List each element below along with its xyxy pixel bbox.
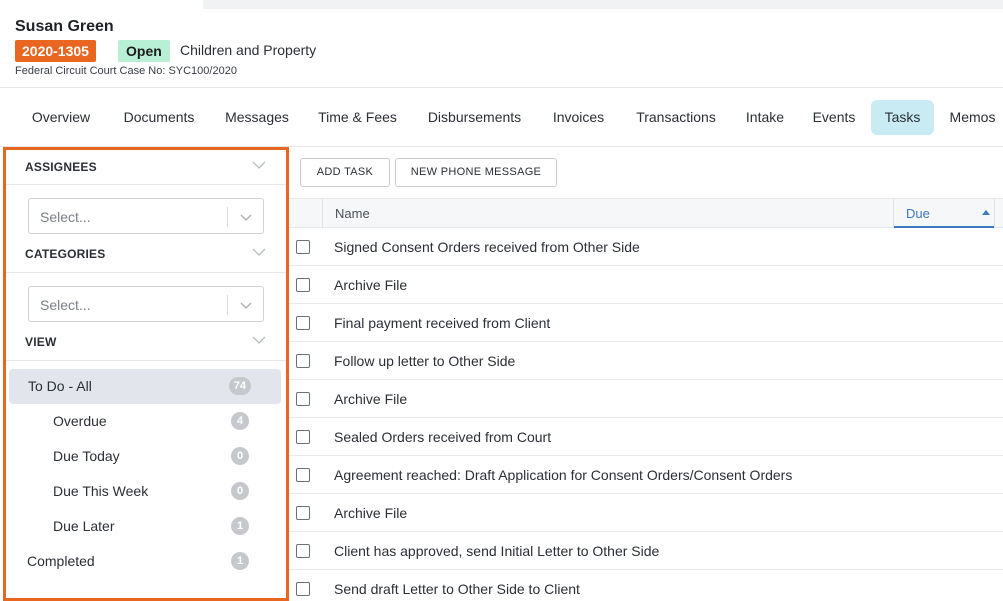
view-item-overdue[interactable]: Overdue 4	[6, 404, 286, 439]
table-row[interactable]: Final payment received from Client	[289, 304, 1003, 342]
view-item-label: Overdue	[53, 413, 107, 429]
sort-ascending-icon	[982, 210, 990, 215]
matter-header: Susan Green 2020-1305 Open Children and …	[0, 0, 1003, 88]
tab-invoices[interactable]: Invoices	[541, 100, 616, 135]
row-checkbox[interactable]	[296, 240, 310, 254]
view-item-label: Due Today	[53, 448, 120, 464]
table-row[interactable]: Archive File	[289, 494, 1003, 532]
view-item-completed[interactable]: Completed 1	[6, 544, 286, 579]
column-header-name[interactable]: Name	[335, 206, 370, 221]
view-item-label: Due Later	[53, 518, 115, 534]
view-item-due-later[interactable]: Due Later 1	[6, 509, 286, 544]
task-name[interactable]: Archive File	[334, 277, 407, 293]
count-badge: 0	[231, 447, 249, 465]
tab-time-fees[interactable]: Time & Fees	[307, 100, 408, 135]
row-checkbox[interactable]	[296, 316, 310, 330]
assignees-select[interactable]: Select...	[28, 198, 264, 234]
grid-header: Name Due	[289, 198, 1003, 228]
table-row[interactable]: Follow up letter to Other Side	[289, 342, 1003, 380]
view-item-due-this-week[interactable]: Due This Week 0	[6, 474, 286, 509]
chevron-down-icon	[252, 336, 266, 344]
view-item-label: Completed	[27, 553, 95, 569]
row-checkbox[interactable]	[296, 354, 310, 368]
case-number-badge: 2020-1305	[15, 40, 96, 62]
tab-messages[interactable]: Messages	[214, 100, 300, 135]
count-badge: 1	[231, 552, 249, 570]
divider	[6, 184, 286, 185]
view-header[interactable]: VIEW	[6, 325, 286, 359]
divider	[6, 360, 286, 361]
tab-events[interactable]: Events	[802, 100, 866, 135]
categories-select-placeholder: Select...	[40, 297, 91, 313]
column-header-due-label: Due	[906, 206, 930, 221]
table-row[interactable]: Signed Consent Orders received from Othe…	[289, 228, 1003, 266]
tab-disbursements[interactable]: Disbursements	[416, 100, 533, 135]
task-filter-panel: ASSIGNEES Select... CATEGORIES Select...…	[3, 147, 289, 601]
tab-tasks[interactable]: Tasks	[871, 100, 934, 135]
task-name[interactable]: Signed Consent Orders received from Othe…	[334, 239, 640, 255]
table-row[interactable]: Agreement reached: Draft Application for…	[289, 456, 1003, 494]
assignees-select-placeholder: Select...	[40, 209, 91, 225]
task-name[interactable]: Client has approved, send Initial Letter…	[334, 543, 659, 559]
count-badge: 74	[228, 377, 251, 395]
task-grid: Name Due Signed Consent Orders received …	[289, 198, 1003, 601]
tab-overview[interactable]: Overview	[17, 100, 105, 135]
categories-title: CATEGORIES	[25, 247, 106, 261]
task-name[interactable]: Archive File	[334, 505, 407, 521]
table-row[interactable]: Archive File	[289, 266, 1003, 304]
assignees-header[interactable]: ASSIGNEES	[6, 150, 286, 184]
chevron-down-icon	[252, 161, 266, 169]
task-name[interactable]: Final payment received from Client	[334, 315, 550, 331]
row-checkbox[interactable]	[296, 392, 310, 406]
view-item-due-today[interactable]: Due Today 0	[6, 439, 286, 474]
task-name[interactable]: Archive File	[334, 391, 407, 407]
row-checkbox[interactable]	[296, 506, 310, 520]
row-checkbox[interactable]	[296, 430, 310, 444]
view-item-label: To Do - All	[28, 378, 92, 394]
chevron-down-icon	[240, 214, 252, 221]
task-name[interactable]: Send draft Letter to Other Side to Clien…	[334, 581, 580, 597]
task-name[interactable]: Agreement reached: Draft Application for…	[334, 467, 792, 483]
view-item-to-do-all[interactable]: To Do - All 74	[9, 369, 281, 404]
count-badge: 1	[231, 517, 249, 535]
select-separator	[227, 207, 228, 227]
view-title: VIEW	[25, 335, 57, 349]
categories-select[interactable]: Select...	[28, 286, 264, 322]
row-checkbox[interactable]	[296, 582, 310, 596]
task-name[interactable]: Sealed Orders received from Court	[334, 429, 551, 445]
court-case-number: Federal Circuit Court Case No: SYC100/20…	[15, 65, 237, 77]
column-separator	[322, 199, 323, 228]
categories-header[interactable]: CATEGORIES	[6, 237, 286, 271]
status-badge: Open	[118, 40, 170, 62]
tab-documents[interactable]: Documents	[112, 100, 206, 135]
count-badge: 4	[231, 412, 249, 430]
row-checkbox[interactable]	[296, 468, 310, 482]
task-name[interactable]: Follow up letter to Other Side	[334, 353, 515, 369]
chevron-down-icon	[252, 248, 266, 256]
table-row[interactable]: Send draft Letter to Other Side to Clien…	[289, 570, 1003, 601]
table-row[interactable]: Client has approved, send Initial Letter…	[289, 532, 1003, 570]
task-toolbar: ADD TASK NEW PHONE MESSAGE	[289, 148, 1003, 198]
client-name[interactable]: Susan Green	[15, 18, 114, 36]
count-badge: 0	[231, 482, 249, 500]
case-type: Children and Property	[180, 42, 317, 58]
new-phone-message-button[interactable]: NEW PHONE MESSAGE	[395, 158, 557, 187]
row-checkbox[interactable]	[296, 544, 310, 558]
row-checkbox[interactable]	[296, 278, 310, 292]
tab-intake[interactable]: Intake	[736, 100, 794, 135]
select-separator	[227, 295, 228, 315]
column-separator	[994, 199, 995, 228]
table-row[interactable]: Archive File	[289, 380, 1003, 418]
view-item-label: Due This Week	[53, 483, 149, 499]
column-header-due[interactable]: Due	[894, 199, 994, 228]
chevron-down-icon	[240, 302, 252, 309]
divider	[6, 272, 286, 273]
table-row[interactable]: Sealed Orders received from Court	[289, 418, 1003, 456]
matter-tabs: Overview Documents Messages Time & Fees …	[0, 87, 1003, 147]
tab-transactions[interactable]: Transactions	[624, 100, 728, 135]
tab-memos[interactable]: Memos	[942, 100, 1003, 135]
assignees-title: ASSIGNEES	[25, 160, 97, 174]
add-task-button[interactable]: ADD TASK	[300, 158, 390, 187]
